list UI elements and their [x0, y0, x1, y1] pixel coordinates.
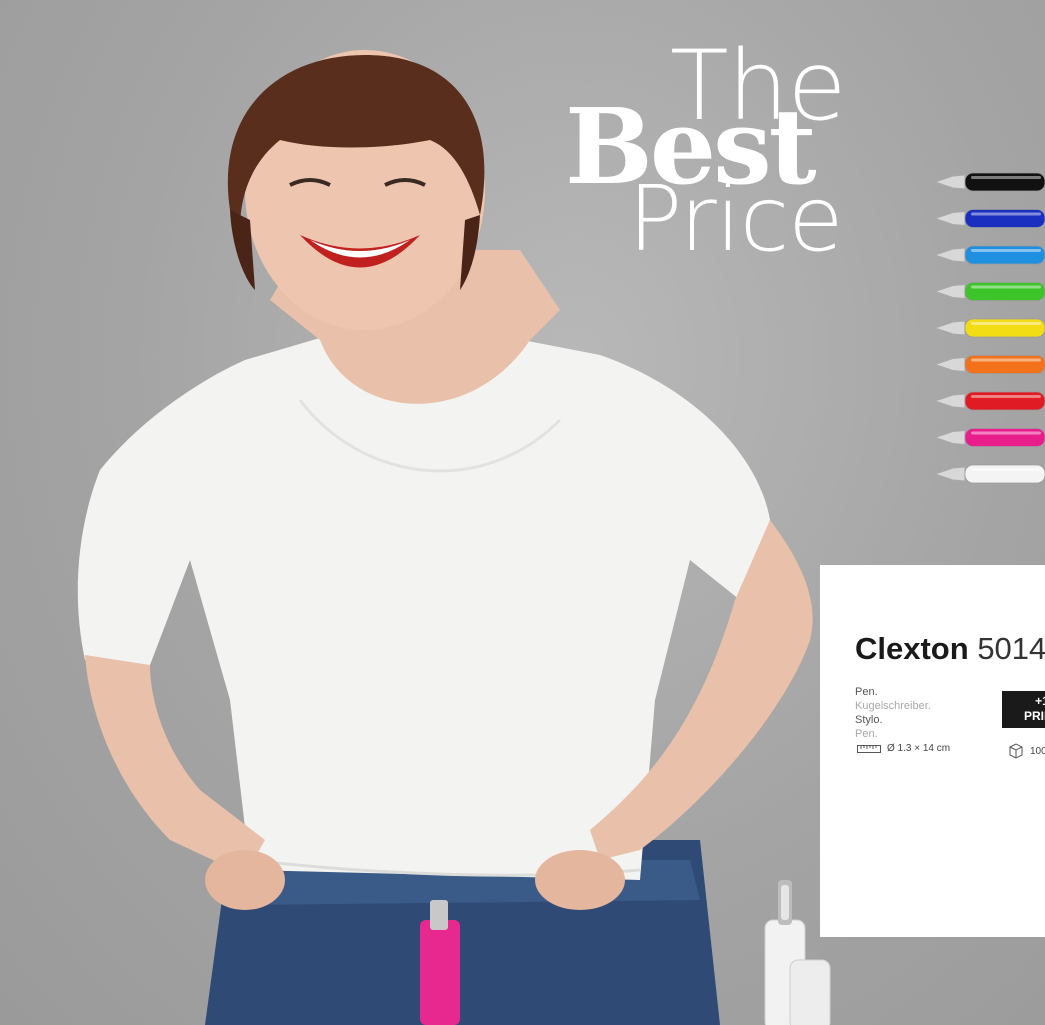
- product-code: 5014: [977, 631, 1045, 666]
- size-spec: Ø 1.3 × 14 cm: [857, 743, 950, 754]
- pen-variant: [935, 209, 1045, 228]
- description-de: Kugelschreiber.: [855, 700, 931, 712]
- product-title: Clexton 5014: [855, 631, 1045, 667]
- product-name: Clexton: [855, 631, 969, 666]
- pen-variant: [935, 464, 1045, 484]
- print-badge-label: PRINT: [1024, 709, 1045, 723]
- description-other: Pen.: [855, 728, 878, 740]
- product-card: Clexton 5014 Pen. Kugelschreiber. Stylo.…: [820, 565, 1045, 937]
- print-badge: +1 PRINT: [1002, 691, 1045, 728]
- size-value: Ø 1.3 × 14 cm: [887, 743, 951, 754]
- headline-price: Price: [628, 167, 844, 272]
- product-descriptions: Pen. Kugelschreiber. Stylo. Pen.: [855, 685, 931, 741]
- pen-variant: [935, 245, 1045, 265]
- pen-variant: [935, 282, 1045, 301]
- pen-variant: [935, 391, 1045, 411]
- headline: The Best Price: [0, 0, 1045, 300]
- catalog-page: The Best Price Clexton 5014 Pen. Kugelsc…: [0, 0, 1045, 1025]
- pen-variant: [935, 428, 1045, 447]
- ruler-icon: [857, 744, 881, 753]
- description-fr: Stylo.: [855, 714, 883, 726]
- pen-variant: [935, 318, 1045, 338]
- pen-color-variants: [935, 172, 1045, 484]
- pack-spec: 1000: [1008, 743, 1045, 759]
- pack-value: 1000: [1030, 745, 1045, 757]
- print-badge-count: +1: [1035, 694, 1045, 708]
- description-en: Pen.: [855, 686, 878, 698]
- pen-variant: [935, 355, 1045, 374]
- pen-closeup: [764, 880, 831, 1025]
- box-icon: [1009, 743, 1023, 759]
- pen-variant: [935, 172, 1045, 192]
